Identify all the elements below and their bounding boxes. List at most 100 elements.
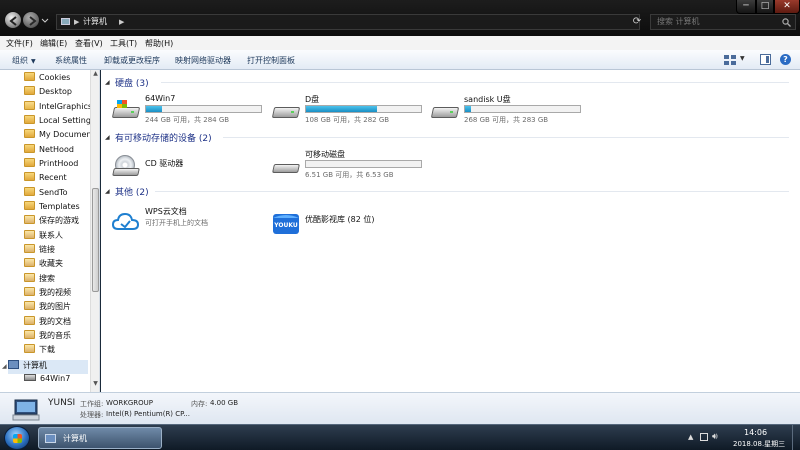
- collapse-triangle-icon[interactable]: ◢: [105, 134, 110, 141]
- nav-item-intelgraphics[interactable]: IntelGraphicsP: [24, 101, 90, 115]
- drive-usage-bar: [464, 105, 581, 113]
- nav-item-downloads[interactable]: 下载: [24, 344, 90, 358]
- system-properties-button[interactable]: 系统属性: [55, 55, 87, 66]
- folder-icon: [24, 201, 35, 210]
- nav-item-label: 下载: [39, 345, 55, 354]
- nav-scrollbar[interactable]: ▲ ▼: [90, 70, 99, 392]
- breadcrumb-computer[interactable]: 计算机: [83, 15, 107, 29]
- nav-item-local-settings[interactable]: Local Settings: [24, 115, 90, 129]
- youku-logo-text: YOUKU: [273, 222, 298, 229]
- nav-item-label: 我的图片: [39, 302, 71, 311]
- uninstall-program-button[interactable]: 卸载或更改程序: [104, 55, 160, 66]
- minimize-button[interactable]: ─: [736, 0, 756, 14]
- documents-icon: [24, 316, 35, 325]
- nav-item-contacts[interactable]: 联系人: [24, 230, 90, 244]
- nav-item-my-pictures[interactable]: 我的图片: [24, 301, 90, 315]
- nav-item-saved-games[interactable]: 保存的游戏: [24, 215, 90, 229]
- menu-tools[interactable]: 工具(T): [110, 38, 137, 49]
- map-network-drive-button[interactable]: 映射网络驱动器: [175, 55, 231, 66]
- menu-edit[interactable]: 编辑(E): [40, 38, 67, 49]
- scroll-up-arrow-icon[interactable]: ▲: [91, 70, 99, 80]
- item-tile-youku[interactable]: YOUKU 优酷影视库 (82 位): [271, 208, 431, 248]
- group-title: 其他 (2): [115, 188, 149, 198]
- collapse-arrow-icon[interactable]: ◢: [2, 363, 7, 370]
- memory-value: 4.00 GB: [210, 399, 239, 407]
- forward-button[interactable]: [22, 11, 40, 29]
- recent-pages-icon[interactable]: [41, 16, 49, 24]
- refresh-button[interactable]: ⟳: [630, 14, 644, 30]
- maximize-button[interactable]: □: [756, 0, 774, 14]
- nav-item-desktop[interactable]: Desktop: [24, 86, 90, 100]
- menu-help[interactable]: 帮助(H): [145, 38, 173, 49]
- nav-item-searches[interactable]: 搜索: [24, 273, 90, 287]
- nav-item-links[interactable]: 链接: [24, 244, 90, 258]
- drive-tile-64win7[interactable]: 64Win7 244 GB 可用，共 284 GB: [111, 94, 271, 134]
- drive-name: 64Win7: [145, 94, 176, 103]
- device-tile-removable-disk[interactable]: 可移动磁盘 6.51 GB 可用，共 6.53 GB: [271, 149, 431, 189]
- menu-view[interactable]: 查看(V): [75, 38, 103, 49]
- back-button[interactable]: [4, 11, 22, 29]
- nav-item-recent[interactable]: Recent: [24, 172, 90, 186]
- action-center-icon[interactable]: [700, 433, 708, 441]
- nav-item-computer[interactable]: 计算机: [8, 360, 88, 374]
- change-view-icon[interactable]: [724, 55, 736, 65]
- system-drive-icon: [111, 98, 141, 122]
- collapse-triangle-icon[interactable]: ◢: [105, 79, 110, 86]
- show-desktop-button[interactable]: [792, 425, 800, 450]
- nav-item-label: NetHood: [39, 145, 74, 154]
- removable-disk-icon: [271, 153, 301, 177]
- search-icon[interactable]: [782, 18, 791, 27]
- nav-item-my-docs[interactable]: 我的文档: [24, 316, 90, 330]
- preview-pane-icon[interactable]: [760, 54, 771, 65]
- organize-button[interactable]: 组织 ▼: [12, 55, 36, 66]
- nav-item-printhood[interactable]: PrintHood: [24, 158, 90, 172]
- computer-name: YUNSI: [48, 398, 76, 408]
- folder-icon: [24, 158, 35, 167]
- organize-label: 组织: [12, 56, 28, 65]
- nav-item-my-documents[interactable]: My Documents: [24, 129, 90, 143]
- open-control-panel-button[interactable]: 打开控制面板: [247, 55, 295, 66]
- nav-item-label: Desktop: [39, 87, 72, 96]
- workgroup-value: WORKGROUP: [106, 399, 154, 407]
- nav-item-my-music[interactable]: 我的音乐: [24, 330, 90, 344]
- search-input[interactable]: 搜索 计算机: [650, 14, 796, 30]
- nav-item-templates[interactable]: Templates: [24, 201, 90, 215]
- cloud-icon: [111, 212, 140, 230]
- group-header-other[interactable]: ◢ 其他 (2): [105, 184, 795, 198]
- chevron-right-icon[interactable]: ▶: [119, 15, 124, 29]
- computer-icon: [12, 399, 40, 421]
- collapse-triangle-icon[interactable]: ◢: [105, 188, 110, 195]
- group-header-hard-disks[interactable]: ◢ 硬盘 (3): [105, 75, 795, 89]
- address-bar[interactable]: ▶ 计算机 ▶ ▼: [56, 14, 684, 30]
- favorites-icon: [24, 258, 35, 267]
- chevron-right-icon[interactable]: ▶: [74, 15, 79, 29]
- close-button[interactable]: ✕: [774, 0, 800, 14]
- view-options-dropdown[interactable]: ▼: [740, 55, 745, 62]
- downloads-icon: [24, 344, 35, 353]
- show-hidden-icons-icon[interactable]: ▲: [688, 433, 693, 441]
- taskbar-item-computer[interactable]: 计算机: [38, 427, 162, 449]
- nav-item-cookies[interactable]: Cookies: [24, 72, 90, 86]
- clock-time[interactable]: 14:06: [744, 428, 767, 437]
- group-header-removable[interactable]: ◢ 有可移动存储的设备 (2): [105, 130, 795, 144]
- start-button[interactable]: [4, 426, 30, 450]
- item-name: WPS云文档: [145, 207, 187, 216]
- clock-date[interactable]: 2018.08.星期三: [733, 439, 785, 449]
- nav-item-64win7[interactable]: 64Win7: [24, 374, 90, 388]
- computer-icon: [61, 18, 70, 25]
- help-icon[interactable]: ?: [780, 54, 791, 65]
- speaker-icon[interactable]: 🔊︎: [712, 432, 718, 442]
- scrollbar-thumb[interactable]: [92, 188, 99, 292]
- nav-item-my-videos[interactable]: 我的视频: [24, 287, 90, 301]
- menu-file[interactable]: 文件(F): [6, 38, 33, 49]
- item-tile-wps-cloud[interactable]: WPS云文档 可打开手机上的文档: [111, 206, 271, 246]
- scroll-down-arrow-icon[interactable]: ▼: [91, 380, 99, 390]
- youku-icon: YOUKU: [273, 214, 299, 234]
- drive-usage-fill: [306, 106, 378, 112]
- nav-item-sendto[interactable]: SendTo: [24, 187, 90, 201]
- device-name: 可移动磁盘: [305, 150, 345, 159]
- drive-tile-sandisk[interactable]: sandisk U盘 268 GB 可用，共 283 GB: [430, 94, 590, 134]
- nav-item-nethood[interactable]: NetHood: [24, 144, 90, 158]
- drive-tile-d[interactable]: D盘 108 GB 可用，共 282 GB: [271, 94, 431, 134]
- nav-item-favorites[interactable]: 收藏夹: [24, 258, 90, 272]
